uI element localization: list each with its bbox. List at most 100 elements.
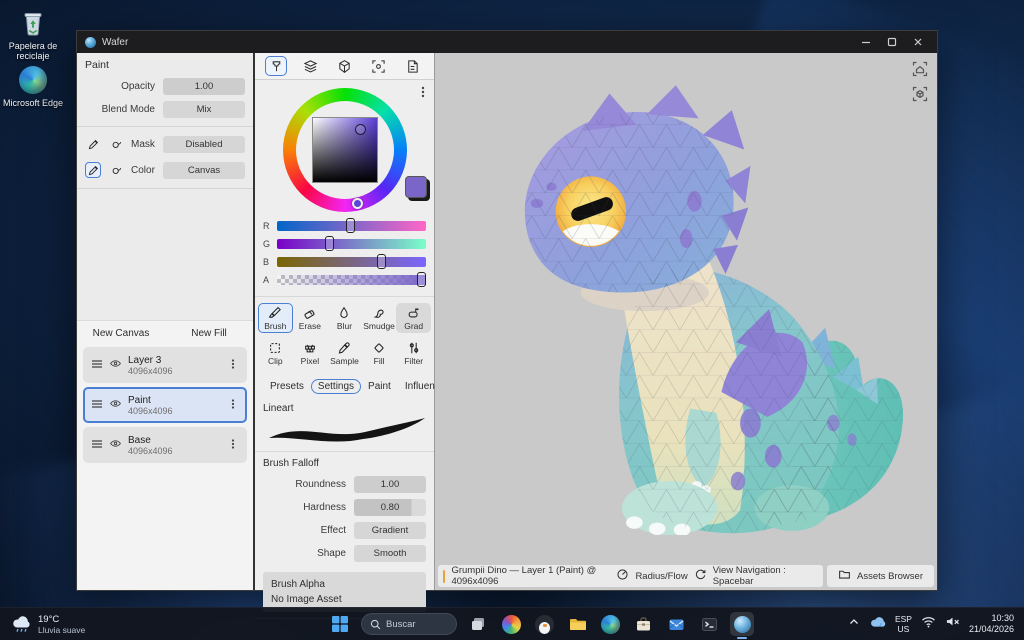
drag-handle-icon[interactable]: [91, 438, 103, 453]
tab-paint[interactable]: Paint: [361, 379, 398, 394]
edge-icon: [19, 66, 47, 94]
task-view-icon[interactable]: [466, 612, 490, 636]
panel-title: Paint: [77, 53, 253, 75]
eye-icon[interactable]: [109, 437, 122, 453]
edge-taskbar-icon[interactable]: [598, 612, 622, 636]
color-value[interactable]: Canvas: [163, 162, 245, 179]
tab-settings[interactable]: Settings: [311, 379, 361, 394]
window-title: Wafer: [102, 37, 128, 48]
current-color-swatch[interactable]: [405, 176, 427, 198]
radius-flow-label[interactable]: Radius/Flow: [635, 571, 687, 582]
color-paint-icon[interactable]: [85, 162, 101, 178]
assets-browser-button[interactable]: Assets Browser: [827, 565, 934, 587]
new-fill-button[interactable]: New Fill: [165, 328, 253, 339]
desktop-icon-recycle-bin[interactable]: Papelera de reciclaje: [2, 8, 64, 62]
falloff-title: Brush Falloff: [255, 456, 434, 473]
start-button[interactable]: [328, 612, 352, 636]
kebab-menu-icon[interactable]: [227, 398, 239, 413]
dino-model[interactable]: [491, 79, 927, 535]
opacity-value[interactable]: 1.00: [163, 78, 245, 95]
tool-blur[interactable]: Blur: [327, 303, 362, 333]
tool-filter[interactable]: Filter: [396, 338, 431, 368]
frame-object-icon[interactable]: [911, 85, 929, 103]
saturation-value-box[interactable]: [312, 117, 378, 183]
photos-app-icon[interactable]: [499, 612, 523, 636]
weather-widget[interactable]: 19°C Lluvia suave: [0, 614, 150, 635]
mesh-mode-icon[interactable]: [333, 56, 355, 76]
tool-brush[interactable]: Brush: [258, 303, 293, 333]
projection-mode-icon[interactable]: [368, 56, 390, 76]
brush-alpha-box[interactable]: Brush Alpha No Image Asset: [263, 572, 426, 612]
toolbox-app-icon[interactable]: [631, 612, 655, 636]
layer-size: 4096x4096: [128, 406, 221, 416]
minimize-button[interactable]: [855, 34, 877, 50]
layer-item-paint[interactable]: Paint 4096x4096: [83, 387, 247, 423]
blend-mode-value[interactable]: Mix: [163, 101, 245, 118]
layer-name: Layer 3: [128, 355, 221, 366]
hue-indicator[interactable]: [352, 198, 363, 209]
color-options-kebab-icon[interactable]: [417, 85, 429, 102]
kebab-menu-icon[interactable]: [227, 438, 239, 453]
file-explorer-icon[interactable]: [565, 612, 589, 636]
mail-app-icon[interactable]: [664, 612, 688, 636]
tool-fill[interactable]: Fill: [362, 338, 397, 368]
drag-handle-icon[interactable]: [91, 358, 103, 373]
kebab-menu-icon[interactable]: [227, 358, 239, 373]
slider-handle[interactable]: [417, 272, 426, 287]
layer-item-layer3[interactable]: Layer 3 4096x4096: [83, 347, 247, 383]
rotate-icon[interactable]: [694, 568, 707, 584]
wifi-icon[interactable]: [921, 615, 936, 633]
shape-value[interactable]: Smooth: [354, 545, 426, 562]
red-slider[interactable]: [277, 221, 426, 231]
viewport-3d[interactable]: Grumpii Dino — Layer 1 (Paint) @ 4096x40…: [435, 53, 937, 590]
tool-erase[interactable]: Erase: [293, 303, 328, 333]
slider-handle[interactable]: [325, 236, 334, 251]
search-input[interactable]: [386, 619, 446, 630]
tool-sample[interactable]: Sample: [327, 338, 362, 368]
eye-icon[interactable]: [109, 397, 122, 413]
radius-dial-icon[interactable]: [616, 568, 629, 584]
sv-indicator[interactable]: [355, 124, 366, 135]
tool-grad[interactable]: Grad: [396, 303, 431, 333]
terminal-app-icon[interactable]: [697, 612, 721, 636]
tool-pixel[interactable]: Pixel: [293, 338, 328, 368]
color-row: Color Canvas: [77, 157, 253, 183]
slider-handle[interactable]: [346, 218, 355, 233]
close-button[interactable]: [907, 34, 929, 50]
file-mode-icon[interactable]: [402, 56, 424, 76]
roundness-value[interactable]: 1.00: [354, 476, 426, 493]
desktop-icon-edge[interactable]: Microsoft Edge: [2, 66, 64, 108]
blue-slider[interactable]: [277, 257, 426, 267]
tray-chevron-icon[interactable]: [848, 615, 860, 633]
tab-presets[interactable]: Presets: [263, 379, 311, 394]
maximize-button[interactable]: [881, 34, 903, 50]
penguin-app-icon[interactable]: [532, 612, 556, 636]
onedrive-icon[interactable]: [869, 615, 886, 633]
frame-home-icon[interactable]: [911, 60, 929, 78]
slider-handle[interactable]: [377, 254, 386, 269]
layer-item-base[interactable]: Base 4096x4096: [83, 427, 247, 463]
window-titlebar[interactable]: Wafer: [77, 31, 937, 53]
mask-value[interactable]: Disabled: [163, 136, 245, 153]
alpha-slider[interactable]: [277, 275, 426, 285]
new-canvas-button[interactable]: New Canvas: [77, 328, 165, 339]
mask-visibility-icon[interactable]: [108, 136, 124, 152]
paint-mode-icon[interactable]: [265, 56, 287, 76]
language-indicator[interactable]: ESP US: [895, 614, 912, 634]
eye-icon[interactable]: [109, 357, 122, 373]
green-slider[interactable]: [277, 239, 426, 249]
tool-smudge[interactable]: Smudge: [362, 303, 397, 333]
clock-widget[interactable]: 10:30 21/04/2026: [969, 613, 1014, 636]
color-wheel[interactable]: [283, 88, 407, 212]
volume-muted-icon[interactable]: [945, 615, 960, 633]
drag-handle-icon[interactable]: [91, 398, 103, 413]
taskbar-search[interactable]: [361, 613, 457, 635]
layers-mode-icon[interactable]: [299, 56, 321, 76]
tool-clip[interactable]: Clip: [258, 338, 293, 368]
wafer-taskbar-icon[interactable]: [730, 612, 754, 636]
mask-paint-icon[interactable]: [85, 136, 101, 152]
effect-value[interactable]: Gradient: [354, 522, 426, 539]
hardness-value[interactable]: 0.80: [354, 499, 426, 516]
layer-name: Paint: [128, 395, 221, 406]
color-visibility-icon[interactable]: [108, 162, 124, 178]
